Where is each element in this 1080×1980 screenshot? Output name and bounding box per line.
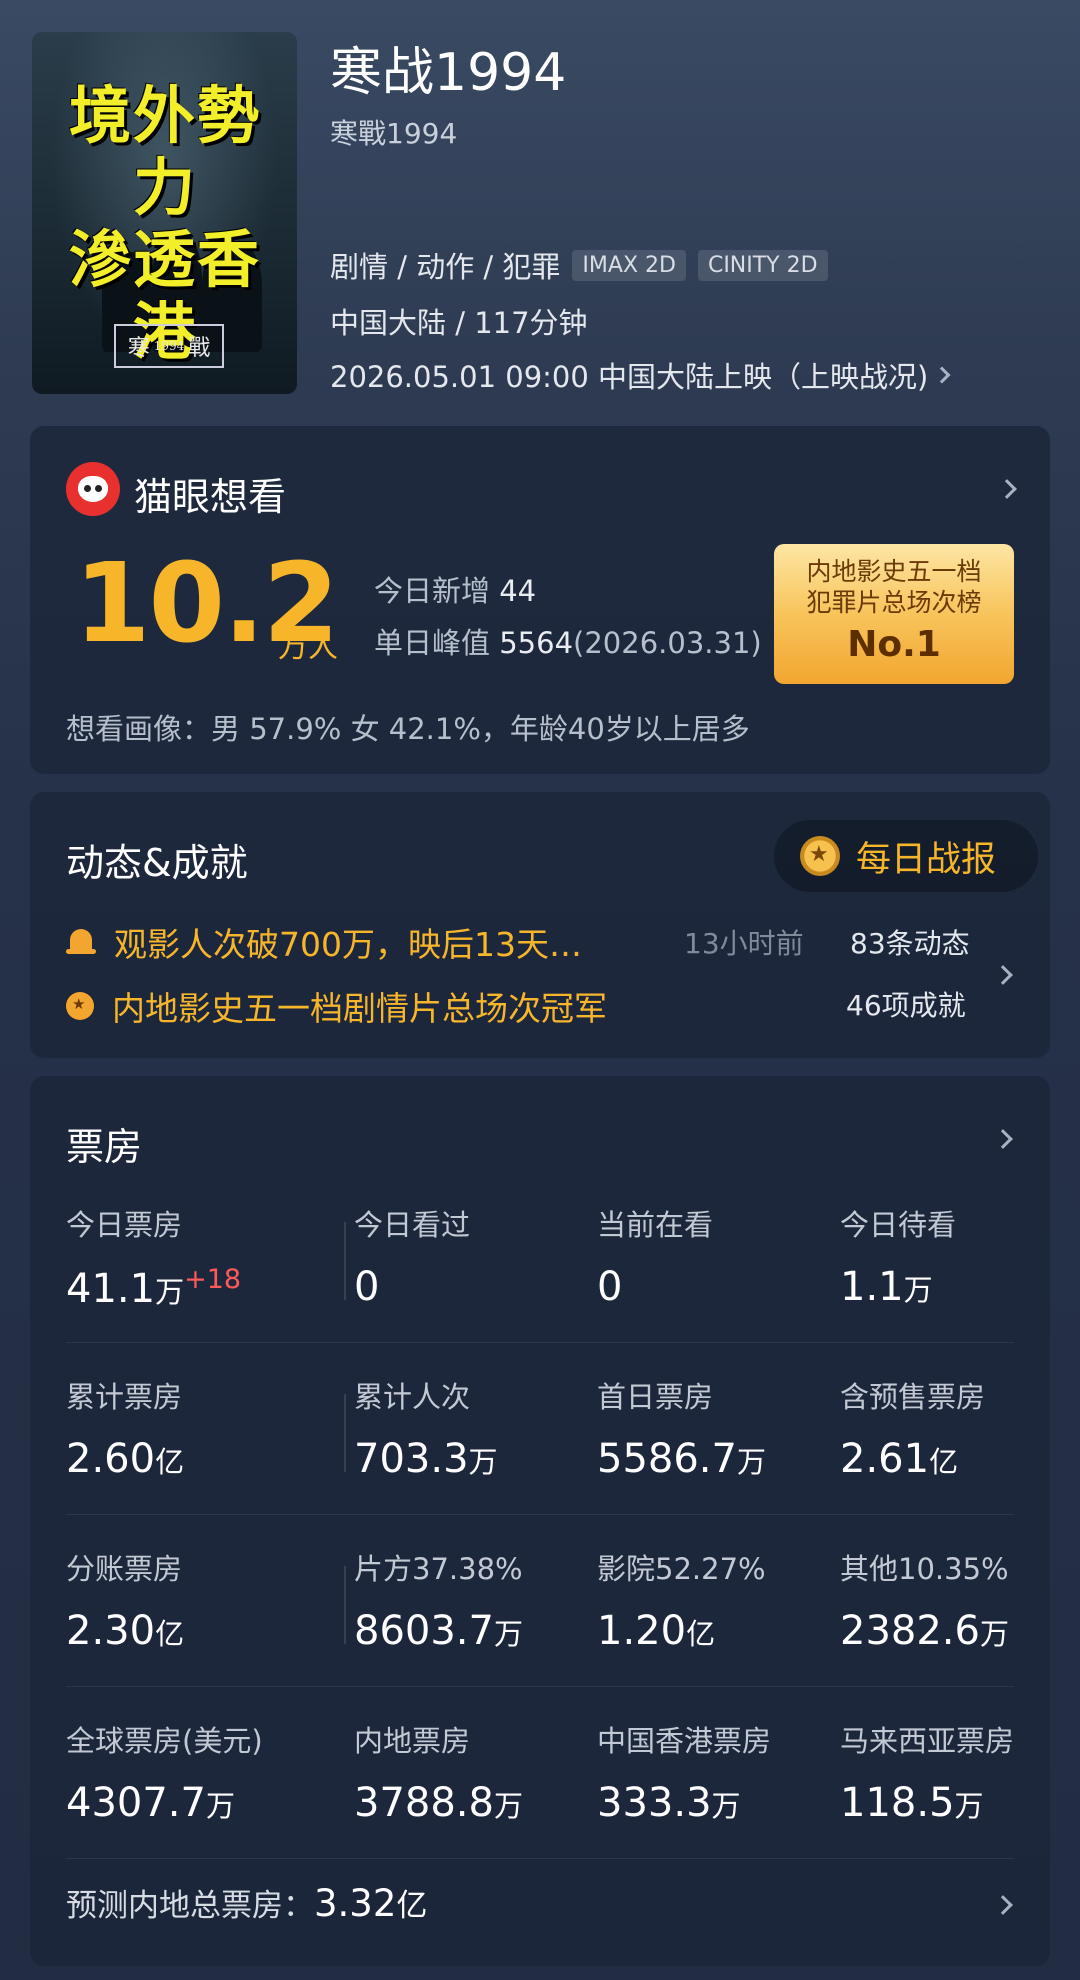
divider — [66, 1342, 1014, 1343]
genre-row: 剧情 / 动作 / 犯罪 IMAX 2D CINITY 2D — [330, 244, 828, 286]
want-title: 猫眼想看 — [134, 475, 287, 519]
divider — [344, 1394, 346, 1472]
achievement-item[interactable]: 内地影史五一档剧情片总场次冠军 — [66, 982, 607, 1030]
divider — [66, 1514, 1014, 1515]
boxoffice-row: 分账票房 2.30亿 片方37.38% 8603.7万 影院52.27% 1.2… — [66, 1546, 1014, 1696]
stat-cell: 当前在看 0 — [597, 1208, 714, 1310]
stat-cell: 今日看过 0 — [354, 1208, 471, 1310]
audience-portrait: 想看画像：男 57.9% 女 42.1%，年龄40岁以上居多 — [66, 712, 750, 746]
stat-cell: 累计票房 2.60亿 — [66, 1380, 185, 1482]
stat-cell: 累计人次 703.3万 — [354, 1380, 498, 1482]
stat-cell: 全球票房(美元) 4307.7万 — [66, 1724, 263, 1826]
chevron-right-icon[interactable] — [997, 479, 1017, 499]
stat-cell: 分账票房 2.30亿 — [66, 1552, 185, 1654]
chevron-right-icon — [933, 366, 951, 384]
stat-cell: 片方37.38% 8603.7万 — [354, 1552, 523, 1654]
medal-icon — [66, 992, 94, 1020]
divider — [344, 1566, 346, 1644]
stat-cell: 今日待看 1.1万 — [840, 1208, 957, 1310]
today-new: 今日新增 44 — [374, 574, 537, 608]
movie-title: 寒战1994 — [330, 43, 567, 103]
boxoffice-card: 票房 今日票房 41.1万+18 今日看过 0 当前在看 0 今日待看 1.1万… — [30, 1076, 1050, 1966]
movie-original-title: 寒戰1994 — [330, 117, 458, 150]
boxoffice-title: 票房 — [66, 1125, 143, 1169]
dynamics-card: 动态&成就 每日战报 观影人次破700万，映后13天… 13小时前 83条动态 … — [30, 792, 1050, 1058]
stat-cell: 含预售票房 2.61亿 — [840, 1380, 986, 1482]
genres: 剧情 / 动作 / 犯罪 — [330, 250, 561, 284]
stat-cell: 其他10.35% 2382.6万 — [840, 1552, 1009, 1654]
movie-poster[interactable]: 境外勢力 滲透香港 寒 1994 戰 — [32, 32, 297, 394]
stat-cell: 马来西亚票房 118.5万 — [840, 1724, 1015, 1826]
dynamic-time: 13小时前 — [684, 927, 804, 960]
chevron-right-icon[interactable] — [993, 1129, 1013, 1149]
release-link[interactable]: 2026.05.01 09:00 中国大陆上映（上映战况) — [330, 354, 951, 396]
delta-badge: +18 — [184, 1264, 242, 1295]
poster-logo: 寒 1994 戰 — [114, 324, 224, 368]
stat-cell: 今日票房 41.1万+18 — [66, 1208, 242, 1312]
stat-cell: 内地票房 3788.8万 — [354, 1724, 523, 1826]
divider — [66, 1686, 1014, 1687]
daily-peak: 单日峰值 5564(2026.03.31) — [374, 626, 762, 660]
stat-cell: 首日票房 5586.7万 — [597, 1380, 766, 1482]
maoyan-logo-icon — [66, 462, 120, 516]
want-unit: 万人 — [278, 630, 338, 665]
daily-report-button[interactable]: 每日战报 — [774, 820, 1038, 892]
boxoffice-row: 全球票房(美元) 4307.7万 内地票房 3788.8万 中国香港票房 333… — [66, 1718, 1014, 1868]
stat-cell: 影院52.27% 1.20亿 — [597, 1552, 766, 1654]
predict-total[interactable]: 预测内地总票房：3.32亿 — [66, 1880, 427, 1925]
divider — [66, 1858, 1014, 1859]
dynamic-item[interactable]: 观影人次破700万，映后13天… — [66, 918, 582, 966]
achievement-count[interactable]: 46项成就 — [846, 984, 966, 1024]
want-card: 猫眼想看 10.2 万人 今日新增 44 单日峰值 5564(2026.03.3… — [30, 426, 1050, 774]
stat-cell: 中国香港票房 333.3万 — [597, 1724, 772, 1826]
format-tag: IMAX 2D — [572, 249, 686, 281]
boxoffice-row: 今日票房 41.1万+18 今日看过 0 当前在看 0 今日待看 1.1万 — [66, 1202, 1014, 1352]
dynamics-title: 动态&成就 — [66, 841, 248, 885]
medal-icon — [800, 836, 840, 876]
divider — [344, 1222, 346, 1300]
bell-icon — [66, 927, 96, 957]
chevron-right-icon[interactable] — [993, 965, 1013, 985]
dynamic-count[interactable]: 83条动态 — [850, 922, 970, 962]
format-tag: CINITY 2D — [697, 249, 828, 281]
rank-badge[interactable]: 内地影史五一档 犯罪片总场次榜 No.1 — [774, 544, 1014, 684]
boxoffice-row: 累计票房 2.60亿 累计人次 703.3万 首日票房 5586.7万 含预售票… — [66, 1374, 1014, 1524]
region-runtime: 中国大陆 / 117分钟 — [330, 306, 588, 340]
rank-number: No.1 — [847, 624, 941, 665]
chevron-right-icon[interactable] — [993, 1895, 1013, 1915]
release-text: 2026.05.01 09:00 中国大陆上映（上映战况) — [330, 360, 929, 394]
